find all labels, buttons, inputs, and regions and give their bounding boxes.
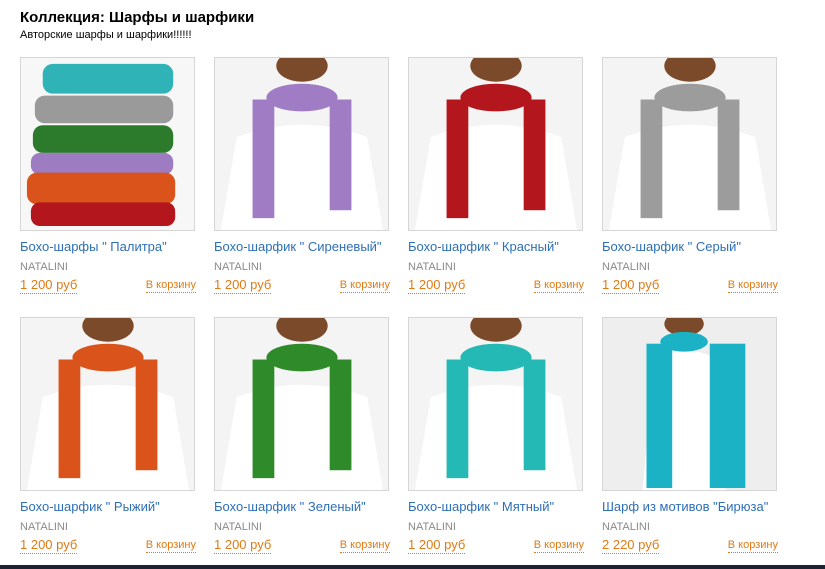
product-author: NATALINI [602, 261, 650, 273]
product-price[interactable]: 1 200 руб [408, 537, 466, 554]
add-to-cart-link[interactable]: В корзину [145, 539, 196, 553]
product-card: Шарф из мотивов "Бирюза" NATALINI 2 220 … [602, 317, 778, 557]
product-title[interactable]: Бохо-шарфы " Палитра" [20, 239, 196, 255]
product-title[interactable]: Бохо-шарфик " Серый" [602, 239, 778, 255]
product-title[interactable]: Бохо-шарфик " Мятный" [408, 499, 584, 515]
model-scarf-image [409, 58, 582, 230]
product-title[interactable]: Бохо-шарфик " Сиреневый" [214, 239, 390, 255]
add-to-cart-link[interactable]: В корзину [533, 539, 584, 553]
product-image[interactable] [408, 317, 583, 491]
page-subtitle: Авторские шарфы и шарфики!!!!!! [20, 29, 192, 41]
product-author: NATALINI [408, 261, 456, 273]
product-image[interactable] [214, 317, 389, 491]
product-title[interactable]: Бохо-шарфик " Зеленый" [214, 499, 390, 515]
product-card: Бохо-шарфик " Зеленый" NATALINI 1 200 ру… [214, 317, 390, 557]
product-card: Бохо-шарфы " Палитра" NATALINI 1 200 руб… [20, 57, 196, 297]
product-price[interactable]: 1 200 руб [214, 537, 272, 554]
product-card: Бохо-шарфик " Сиреневый" NATALINI 1 200 … [214, 57, 390, 297]
product-card: Бохо-шарфик " Серый" NATALINI 1 200 руб … [602, 57, 778, 297]
collection-header: Коллекция: Шарфы и шарфики Авторские шар… [20, 8, 254, 42]
product-title[interactable]: Шарф из мотивов "Бирюза" [602, 499, 778, 515]
product-image[interactable] [408, 57, 583, 231]
page-title: Коллекция: Шарфы и шарфики [20, 9, 255, 26]
product-image[interactable] [602, 317, 777, 491]
product-image[interactable] [20, 57, 195, 231]
product-author: NATALINI [602, 521, 650, 533]
product-image[interactable] [214, 57, 389, 231]
product-image[interactable] [20, 317, 195, 491]
product-price[interactable]: 1 200 руб [214, 277, 272, 294]
model-scarf-image [603, 58, 776, 230]
product-price[interactable]: 1 200 руб [408, 277, 466, 294]
product-price[interactable]: 2 220 руб [602, 537, 660, 554]
model-scarf-image [409, 318, 582, 490]
add-to-cart-link[interactable]: В корзину [727, 539, 778, 553]
product-card: Бохо-шарфик " Рыжий" NATALINI 1 200 руб … [20, 317, 196, 557]
add-to-cart-link[interactable]: В корзину [339, 279, 390, 293]
add-to-cart-link[interactable]: В корзину [339, 539, 390, 553]
product-title[interactable]: Бохо-шарфик " Рыжий" [20, 499, 196, 515]
product-author: NATALINI [214, 261, 262, 273]
product-author: NATALINI [214, 521, 262, 533]
add-to-cart-link[interactable]: В корзину [145, 279, 196, 293]
product-price[interactable]: 1 200 руб [602, 277, 660, 294]
product-title[interactable]: Бохо-шарфик " Красный" [408, 239, 584, 255]
model-scarf-image [215, 318, 388, 490]
product-price[interactable]: 1 200 руб [20, 277, 78, 294]
add-to-cart-link[interactable]: В корзину [533, 279, 584, 293]
model-scarf-image [21, 318, 194, 490]
add-to-cart-link[interactable]: В корзину [727, 279, 778, 293]
product-image[interactable] [602, 57, 777, 231]
product-author: NATALINI [20, 521, 68, 533]
product-card: Бохо-шарфик " Красный" NATALINI 1 200 ру… [408, 57, 584, 297]
product-author: NATALINI [408, 521, 456, 533]
product-price[interactable]: 1 200 руб [20, 537, 78, 554]
scarf-stack-image [21, 58, 194, 230]
model-scarf-side-image [603, 318, 776, 490]
model-scarf-image [215, 58, 388, 230]
product-card: Бохо-шарфик " Мятный" NATALINI 1 200 руб… [408, 317, 584, 557]
bottom-bar [0, 565, 825, 569]
product-author: NATALINI [20, 261, 68, 273]
